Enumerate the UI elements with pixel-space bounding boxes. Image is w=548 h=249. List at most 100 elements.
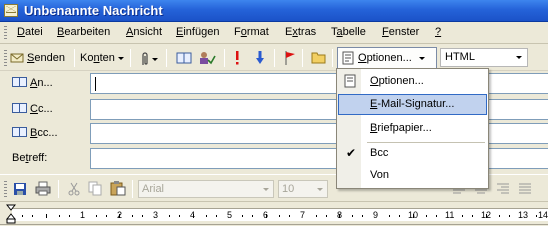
options-menu-item-optionen[interactable]: Optionen... — [338, 71, 487, 92]
print-icon[interactable] — [35, 181, 51, 196]
ruler-tick — [252, 215, 253, 217]
align-right-icon[interactable] — [496, 183, 510, 195]
toolbar-separator — [130, 49, 131, 67]
ruler-number: 2 — [117, 210, 123, 220]
menu-bearbeiten[interactable]: Bearbeiten — [57, 26, 110, 38]
ruler-tick — [46, 214, 47, 218]
window-title: Unbenannte Nachricht — [24, 3, 163, 18]
ruler-tick — [242, 215, 243, 217]
ruler-tick — [216, 215, 217, 217]
ruler-tick — [289, 215, 290, 217]
menu-ansicht[interactable]: Ansicht — [126, 26, 162, 38]
ruler-tick — [389, 215, 390, 217]
ruler-number: 9 — [373, 210, 379, 220]
ruler-tick — [106, 215, 107, 217]
subject-label: Betreff: — [12, 152, 48, 164]
menu-einfuegen[interactable]: Einfügen — [176, 26, 219, 38]
toolbar-separator — [224, 49, 225, 67]
ruler-tick — [352, 215, 353, 217]
options-menu-item-bcc[interactable]: ✔ Bcc — [338, 143, 487, 164]
ruler-tick — [399, 215, 400, 217]
chevron-down-icon — [117, 56, 124, 60]
indent-marker-icon[interactable] — [6, 204, 16, 224]
menu-datei[interactable]: Datei — [17, 26, 43, 38]
open-folder-icon[interactable] — [311, 51, 327, 64]
chevron-down-icon — [263, 188, 269, 191]
ruler-tick — [96, 215, 97, 217]
options-icon — [344, 74, 356, 88]
flag-icon[interactable] — [284, 50, 296, 66]
ruler-tick — [69, 215, 70, 217]
ruler-number: 4 — [190, 210, 196, 220]
options-button[interactable]: Optionen... — [337, 47, 437, 69]
message-body-editor[interactable] — [0, 226, 548, 249]
copy-icon[interactable] — [88, 181, 102, 196]
ruler-number: 10 — [408, 210, 419, 220]
options-menu-item-signature[interactable]: E-Mail-Signatur... — [338, 94, 487, 115]
save-icon[interactable] — [13, 182, 27, 196]
toolbar-grip[interactable] — [4, 181, 7, 197]
ruler-tick — [316, 215, 317, 217]
message-format-select[interactable]: HTML — [440, 48, 528, 67]
menu-fenster[interactable]: Fenster — [382, 26, 419, 38]
bcc-label-button[interactable]: Bcc... — [12, 127, 58, 139]
send-button[interactable]: Senden — [10, 49, 65, 67]
options-icon — [342, 51, 354, 65]
ruler-tick — [462, 215, 463, 217]
menu-bar: Datei Bearbeiten Ansicht Einfügen Format… — [0, 22, 548, 44]
attach-icon[interactable] — [140, 51, 150, 67]
ruler-number: 8 — [337, 210, 343, 220]
menu-extras[interactable]: Extras — [285, 26, 316, 38]
menubar-grip[interactable] — [4, 26, 7, 40]
ruler-tick — [279, 215, 280, 217]
ruler-tick — [536, 215, 537, 217]
font-size-select[interactable]: 10 — [278, 180, 328, 198]
address-book-icon — [12, 103, 27, 113]
ruler-tick — [206, 215, 207, 217]
ruler-tick — [499, 215, 500, 217]
ruler-tick — [32, 215, 33, 217]
high-priority-icon[interactable] — [233, 50, 241, 66]
options-menu-item-from[interactable]: Von — [338, 165, 487, 186]
attach-dropdown-icon[interactable] — [152, 58, 158, 61]
ruler-track[interactable]: 1 2 3 4 5 6 7 8 9 10 11 12 13 14 — [12, 208, 548, 221]
ruler-tick — [426, 215, 427, 217]
toolbar-grip[interactable] — [4, 50, 7, 66]
address-book-icon — [12, 127, 27, 137]
ruler-tick — [169, 215, 170, 217]
to-label-button[interactable]: An... — [12, 77, 53, 89]
ruler-number: 1 — [80, 210, 86, 220]
title-bar: Unbenannte Nachricht — [0, 0, 548, 22]
address-book-icon[interactable] — [176, 52, 192, 64]
toolbar-separator — [332, 49, 333, 67]
toolbar-separator — [274, 49, 275, 67]
justify-icon[interactable] — [518, 183, 532, 195]
checkmark-icon: ✔ — [346, 146, 357, 160]
paste-icon[interactable] — [110, 180, 126, 196]
ruler-number: 6 — [263, 210, 269, 220]
ruler-tick — [472, 215, 473, 217]
text-cursor — [95, 77, 96, 91]
ruler-number: 5 — [227, 210, 233, 220]
check-names-icon[interactable] — [198, 50, 216, 66]
ruler-tick — [326, 215, 327, 217]
menu-format[interactable]: Format — [234, 26, 269, 38]
ruler-tick — [436, 215, 437, 217]
cc-label-button[interactable]: Cc... — [12, 103, 53, 115]
font-name-select[interactable]: Arial — [138, 180, 274, 198]
envelope-icon — [4, 4, 18, 17]
ruler-number: 12 — [481, 210, 492, 220]
low-priority-icon[interactable] — [255, 50, 265, 66]
ruler-tick — [22, 215, 23, 217]
toolbar-separator — [166, 49, 167, 67]
ruler-tick — [132, 215, 133, 217]
menu-help[interactable]: ? — [435, 26, 441, 38]
chevron-down-icon — [516, 56, 522, 59]
ruler-number: 14 — [538, 210, 548, 220]
accounts-button[interactable]: Konten — [80, 49, 124, 67]
toolbar-separator — [132, 180, 133, 198]
cut-icon[interactable] — [68, 182, 80, 196]
options-menu-item-stationery[interactable]: Briefpapier... — [338, 118, 487, 139]
ruler-number: 11 — [445, 210, 455, 220]
menu-tabelle[interactable]: Tabelle — [331, 26, 366, 38]
